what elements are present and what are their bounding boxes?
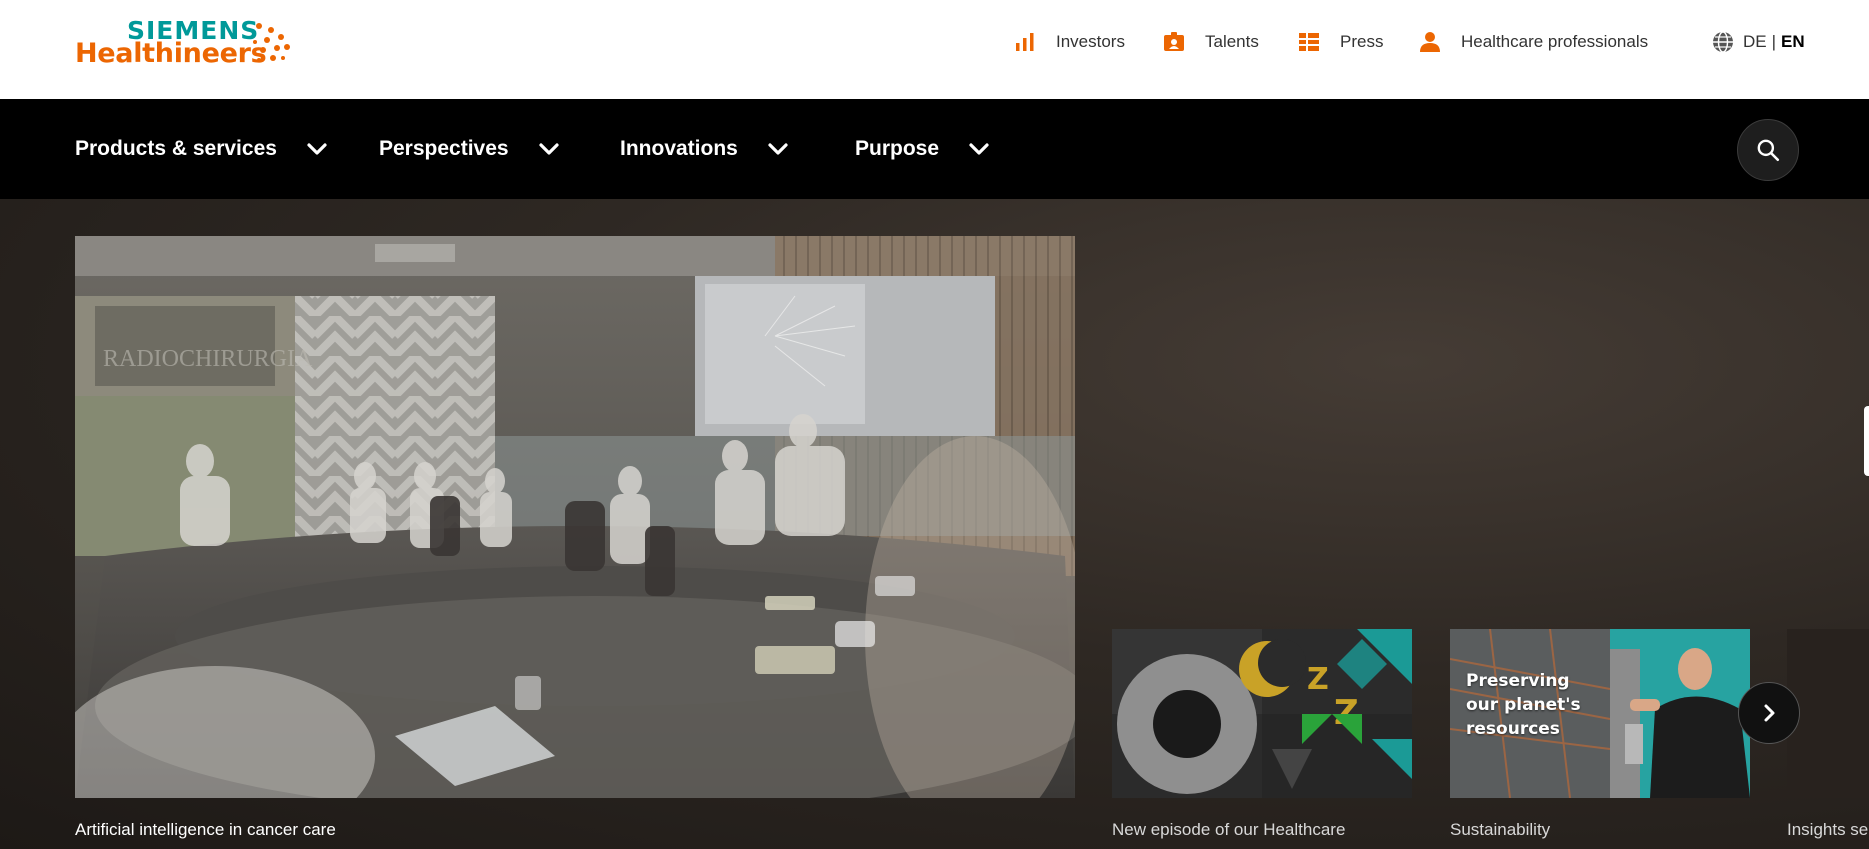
card-overlay-text: Preserving our planet's resources (1466, 669, 1581, 741)
nav-item-label: Purpose (855, 137, 940, 160)
util-link-talents[interactable]: Talents (1162, 28, 1259, 56)
nav-item-purpose[interactable]: Purpose (855, 99, 991, 199)
newspaper-list-icon (1299, 33, 1319, 51)
carousel-card-caption[interactable]: Sustainability (1450, 820, 1550, 840)
hero-carousel: RADIOCHIRURGIA Artificial intelligence i… (0, 199, 1869, 849)
globe-icon (1713, 31, 1733, 53)
siemens-healthineers-logo[interactable]: SIEMENS Healthineers (75, 16, 295, 72)
main-navigation: Products & services Perspectives Innovat… (0, 99, 1869, 199)
util-link-label: Investors (1056, 32, 1125, 51)
language-separator: | (1771, 32, 1777, 51)
language-switcher: DE | EN (1711, 28, 1805, 56)
search-button[interactable] (1737, 119, 1799, 181)
person-icon (1420, 32, 1440, 52)
logo-wordmark-healthineers: Healthineers (75, 38, 267, 69)
card-overlay-line: Preserving (1466, 671, 1570, 691)
carousel-card-sustainability[interactable]: Preserving our planet's resources (1450, 629, 1750, 798)
bar-chart-icon (1016, 33, 1034, 51)
nav-item-label: Innovations (620, 137, 738, 160)
util-link-label: Healthcare professionals (1461, 32, 1649, 51)
meeting-room-photo: RADIOCHIRURGIA (75, 236, 1075, 798)
nav-item-label: Perspectives (379, 137, 509, 160)
util-link-label: Press (1340, 32, 1384, 51)
language-option-en[interactable]: EN (1781, 32, 1805, 52)
nav-item-innovations[interactable]: Innovations (620, 99, 790, 199)
hero-main-caption[interactable]: Artificial intelligence in cancer care (75, 820, 336, 840)
carousel-next-button[interactable] (1738, 682, 1800, 744)
util-link-healthcare-professionals[interactable]: Healthcare professionals (1418, 28, 1648, 56)
logo-dots-icon (253, 23, 290, 62)
card-overlay-line: our planet's (1466, 695, 1581, 715)
search-icon (1757, 139, 1780, 162)
top-utility-bar: SIEMENS Healthineers Investors Talents P… (0, 0, 1869, 99)
nav-item-label: Products & services (75, 137, 277, 160)
podcast-sleep-graphic: Z Z (1112, 629, 1412, 798)
chevron-down-icon (969, 143, 989, 155)
hero-main-image[interactable]: RADIOCHIRURGIA (75, 236, 1075, 798)
side-feedback-tab[interactable] (1864, 406, 1869, 476)
chevron-down-icon (307, 143, 327, 155)
carousel-card-podcast[interactable]: Z Z (1112, 629, 1412, 798)
nav-item-perspectives[interactable]: Perspectives (379, 99, 561, 199)
carousel-card-caption[interactable]: Insights se (1787, 820, 1868, 840)
nav-item-products-services[interactable]: Products & services (75, 99, 329, 199)
card-overlay-line: resources (1466, 719, 1560, 739)
id-badge-icon (1164, 32, 1184, 51)
carousel-card-caption[interactable]: New episode of our Healthcare (1112, 820, 1345, 840)
svg-text:RADIOCHIRURGIA: RADIOCHIRURGIA (103, 346, 313, 372)
util-link-press[interactable]: Press (1297, 28, 1383, 56)
util-link-label: Talents (1205, 32, 1259, 51)
chevron-right-icon (1764, 704, 1775, 722)
svg-text:Z: Z (1307, 662, 1329, 697)
chevron-down-icon (768, 143, 788, 155)
chevron-down-icon (538, 143, 559, 155)
language-option-de[interactable]: DE (1743, 32, 1767, 52)
util-link-investors[interactable]: Investors (1013, 28, 1125, 56)
